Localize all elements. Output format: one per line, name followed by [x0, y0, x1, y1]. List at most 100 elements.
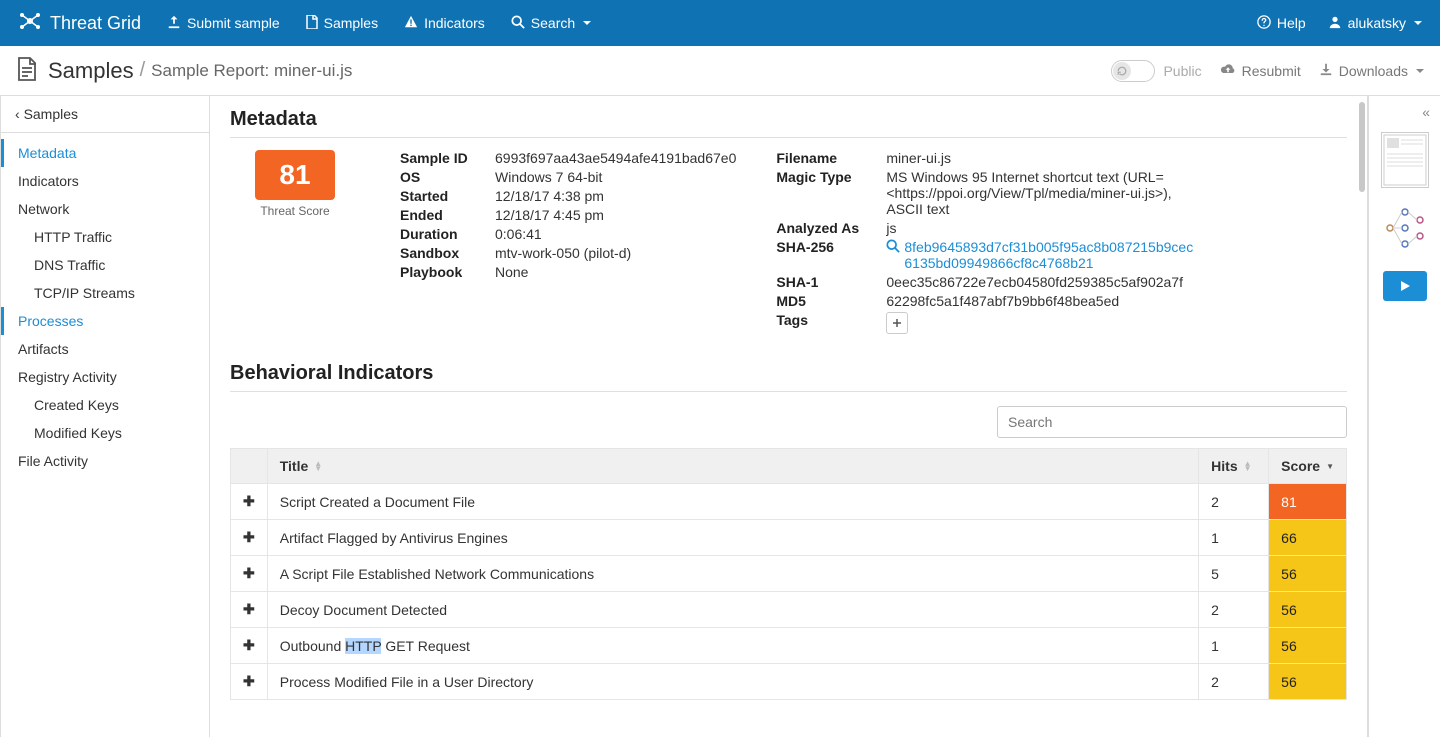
bi-hits-cell: 2	[1199, 664, 1269, 700]
bi-score-cell: 81	[1269, 484, 1347, 520]
nav-items: Submit sample Samples Indicators Search	[167, 15, 591, 32]
sidebar-item-created-keys[interactable]: Created Keys	[1, 391, 209, 419]
bi-search-row	[230, 406, 1347, 438]
sidebar-item-http-traffic[interactable]: HTTP Traffic	[1, 223, 209, 251]
sidebar-item-dns-traffic[interactable]: DNS Traffic	[1, 251, 209, 279]
sidebar-item-registry-activity[interactable]: Registry Activity	[1, 363, 209, 391]
toggle-pill[interactable]	[1111, 60, 1155, 82]
v-playbook: None	[495, 264, 736, 280]
resubmit-button[interactable]: Resubmit	[1220, 62, 1301, 79]
expand-cell[interactable]: ✚	[231, 592, 268, 628]
nav-user[interactable]: alukatsky	[1328, 15, 1422, 32]
nav-submit-sample[interactable]: Submit sample	[167, 15, 280, 32]
nav-indicators[interactable]: Indicators	[404, 15, 485, 32]
download-icon	[1319, 62, 1333, 79]
right-rail: «	[1368, 96, 1440, 737]
expand-cell[interactable]: ✚	[231, 484, 268, 520]
v-duration: 0:06:41	[495, 226, 736, 242]
sidebar-item-metadata[interactable]: Metadata	[1, 139, 209, 167]
bi-title-cell[interactable]: Process Modified File in a User Director…	[267, 664, 1198, 700]
bi-title-cell[interactable]: Decoy Document Detected	[267, 592, 1198, 628]
sidebar-list: Metadata Indicators NetworkHTTP Traffic DNS…	[1, 133, 209, 481]
scrollbar-thumb[interactable]	[1359, 102, 1365, 192]
k-sha256: SHA-256	[776, 239, 886, 271]
brand[interactable]: Threat Grid	[18, 9, 141, 38]
sidebar-item-label: TCP/IP Streams	[34, 285, 135, 301]
expand-cell[interactable]: ✚	[231, 664, 268, 700]
bi-title-cell[interactable]: Script Created a Document File	[267, 484, 1198, 520]
plus-icon[interactable]: ✚	[243, 529, 255, 545]
sidebar-item-processes[interactable]: Processes	[1, 307, 209, 335]
document-icon	[16, 56, 38, 85]
metadata-col-right: Filenameminer-ui.js Magic TypeMS Windows…	[776, 150, 1196, 334]
user-icon	[1328, 15, 1342, 32]
public-label: Public	[1163, 63, 1201, 79]
search-icon	[511, 15, 525, 32]
bi-search-input[interactable]	[997, 406, 1347, 438]
behavioral-indicators-section: Behavioral Indicators Title▲▼ Hits▲▼ Sco…	[230, 362, 1347, 700]
resubmit-label: Resubmit	[1242, 63, 1301, 79]
downloads-button[interactable]: Downloads	[1319, 62, 1424, 79]
subheader-actions: Public Resubmit Downloads	[1111, 60, 1424, 82]
sidebar-item-network[interactable]: Network	[1, 195, 209, 223]
rail-process-graph[interactable]	[1382, 200, 1428, 259]
cloud-upload-icon	[1220, 62, 1236, 79]
rail-play-button[interactable]	[1383, 271, 1427, 301]
k-analyzed: Analyzed As	[776, 220, 886, 236]
bi-col-title[interactable]: Title▲▼	[267, 449, 1198, 484]
bi-col-hits-label: Hits	[1211, 458, 1237, 474]
public-toggle[interactable]: Public	[1111, 60, 1201, 82]
nav-search-label: Search	[531, 15, 575, 31]
sidebar-item-artifacts[interactable]: Artifacts	[1, 335, 209, 363]
nav-help[interactable]: Help	[1257, 15, 1306, 32]
k-ended: Ended	[400, 207, 495, 223]
search-icon	[886, 239, 900, 256]
bi-hits-cell: 5	[1199, 556, 1269, 592]
sidebar-item-tcp-ip-streams[interactable]: TCP/IP Streams	[1, 279, 209, 307]
brand-label: Threat Grid	[50, 13, 141, 34]
bi-hits-cell: 1	[1199, 628, 1269, 664]
sidebar-item-label: Indicators	[18, 173, 79, 189]
v-sandbox: mtv-work-050 (pilot-d)	[495, 245, 736, 261]
table-row: ✚Decoy Document Detected256	[231, 592, 1347, 628]
table-row: ✚ A Script File Established Network Commu…	[231, 556, 1347, 592]
bi-title-cell[interactable]: Artifact Flagged by Antivirus Engines	[267, 520, 1198, 556]
rail-report-thumbnail[interactable]	[1381, 132, 1429, 188]
k-playbook: Playbook	[400, 264, 495, 280]
sha256-link[interactable]: 8feb9645893d7cf31b005f95ac8b087215b9cec6…	[886, 239, 1196, 271]
bi-title-cell[interactable]: A Script File Established Network Commun…	[267, 556, 1198, 592]
plus-icon[interactable]: ✚	[243, 493, 255, 509]
plus-icon[interactable]: ✚	[243, 601, 255, 617]
expand-cell[interactable]: ✚	[231, 628, 268, 664]
v-sample-id: 6993f697aa43ae5494afe4191bad67e0	[495, 150, 736, 166]
bi-col-expand	[231, 449, 268, 484]
chevron-down-icon	[1414, 21, 1422, 25]
sidebar-back[interactable]: ‹ Samples	[1, 96, 209, 133]
nav-right: Help alukatsky	[1257, 15, 1422, 32]
bi-col-hits[interactable]: Hits▲▼	[1199, 449, 1269, 484]
sidebar-item-modified-keys[interactable]: Modified Keys	[1, 419, 209, 447]
sidebar-item-label: Modified Keys	[34, 425, 122, 441]
bi-heading: Behavioral Indicators	[230, 362, 1347, 392]
nav-samples[interactable]: Samples	[306, 15, 378, 32]
table-row: ✚Script Created a Document File281	[231, 484, 1347, 520]
k-magic: Magic Type	[776, 169, 886, 217]
expand-cell[interactable]: ✚	[231, 520, 268, 556]
sidebar-item-label: Metadata	[18, 145, 76, 161]
add-tag-button[interactable]	[886, 312, 908, 334]
bi-score-cell: 66	[1269, 520, 1347, 556]
bi-title-cell[interactable]: Outbound HTTP GET Request	[267, 628, 1198, 664]
nav-search[interactable]: Search	[511, 15, 591, 32]
sidebar-item-file-activity[interactable]: File Activity	[1, 447, 209, 475]
plus-icon[interactable]: ✚	[243, 565, 255, 581]
sidebar-item-label: DNS Traffic	[34, 257, 105, 273]
sidebar-back-label: Samples	[24, 106, 78, 122]
rail-collapse-button[interactable]: «	[1422, 104, 1430, 120]
sidebar-item-indicators[interactable]: Indicators	[1, 167, 209, 195]
bi-col-score[interactable]: Score▼	[1269, 449, 1347, 484]
nav-help-label: Help	[1277, 15, 1306, 31]
expand-cell[interactable]: ✚	[231, 556, 268, 592]
refresh-icon	[1113, 62, 1131, 80]
plus-icon[interactable]: ✚	[243, 637, 255, 653]
plus-icon[interactable]: ✚	[243, 673, 255, 689]
